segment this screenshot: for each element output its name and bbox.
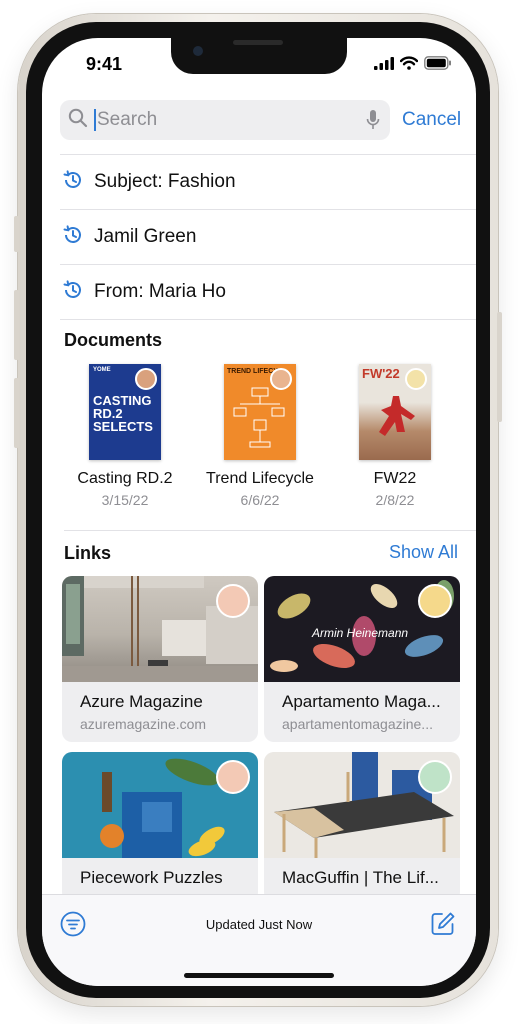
microphone-icon[interactable] xyxy=(366,109,380,136)
cover-diagram xyxy=(233,387,285,448)
wifi-icon xyxy=(399,56,419,75)
history-icon xyxy=(62,169,84,196)
cancel-button[interactable]: Cancel xyxy=(402,109,461,131)
cover-figure xyxy=(379,396,415,436)
search-icon xyxy=(68,108,88,133)
document-date: 6/6/22 xyxy=(240,492,280,508)
documents-heading: Documents xyxy=(64,330,163,350)
search-input[interactable] xyxy=(96,109,337,131)
document-thumbnail: TREND LIFECYCLE xyxy=(224,364,296,460)
home-indicator[interactable] xyxy=(184,973,334,978)
sender-avatar xyxy=(405,368,427,390)
section-divider xyxy=(64,530,476,531)
mute-switch xyxy=(14,216,19,252)
link-preview-image: Armin Heinemann xyxy=(264,576,460,682)
status-icons xyxy=(374,56,452,75)
recent-search-label: Jamil Green xyxy=(94,226,197,247)
signal-icon xyxy=(374,56,394,75)
camera xyxy=(193,46,203,56)
screen: 9:41 Search Cancel Subject: Fashion Jami… xyxy=(42,38,476,986)
compose-icon[interactable] xyxy=(430,911,456,942)
document-item[interactable]: FW'22 FW22 2/8/22 xyxy=(330,364,460,508)
side-button xyxy=(497,312,502,422)
document-name: Trend Lifecycle xyxy=(206,470,314,487)
history-icon xyxy=(62,224,84,251)
cover-title: CASTING RD.2 SELECTS xyxy=(93,393,153,434)
recent-searches-list: Subject: Fashion Jamil Green From: Maria… xyxy=(60,154,476,320)
document-thumbnail: YOME CASTING RD.2 SELECTS xyxy=(89,364,161,460)
links-heading: Links xyxy=(64,543,112,563)
link-url: apartamentomagazine... xyxy=(282,716,433,732)
show-all-links-button[interactable]: Show All xyxy=(389,542,458,563)
volume-up-button xyxy=(14,290,19,360)
notch xyxy=(171,38,347,74)
recent-search-label: From: Maria Ho xyxy=(94,281,226,302)
recent-search-label: Subject: Fashion xyxy=(94,171,236,192)
link-title: MacGuffin | The Lif... xyxy=(282,868,439,887)
document-name: Casting RD.2 xyxy=(77,470,173,487)
document-thumbnail: FW'22 xyxy=(359,364,431,460)
link-card[interactable]: Azure Magazine azuremagazine.com xyxy=(62,576,258,742)
recent-search-item[interactable]: Subject: Fashion xyxy=(60,154,476,209)
update-status: Updated Just Now xyxy=(205,917,313,932)
sender-avatar xyxy=(418,584,452,618)
document-name: FW22 xyxy=(373,470,417,487)
link-title: Azure Magazine xyxy=(80,692,203,711)
cover-brand: YOME xyxy=(93,367,111,373)
document-item[interactable]: TREND LIFECYCLE Trend Lifecycle 6/6/22 xyxy=(195,364,325,508)
link-preview-image xyxy=(62,752,258,858)
volume-down-button xyxy=(14,378,19,448)
sender-avatar xyxy=(216,760,250,794)
recent-search-item[interactable]: Jamil Green xyxy=(60,209,476,264)
link-preview-image xyxy=(264,752,460,858)
sender-avatar xyxy=(216,584,250,618)
speaker xyxy=(233,40,283,45)
sender-avatar xyxy=(135,368,157,390)
image-caption: Armin Heinemann xyxy=(312,626,409,640)
recent-search-item[interactable]: From: Maria Ho xyxy=(60,264,476,320)
documents-list: YOME CASTING RD.2 SELECTS Casting RD.2 3… xyxy=(60,364,460,508)
search-row: Cancel xyxy=(60,100,464,140)
sender-avatar xyxy=(270,368,292,390)
link-url: azuremagazine.com xyxy=(80,716,207,732)
link-card[interactable]: MacGuffin | The Lif... xyxy=(264,752,460,902)
sender-avatar xyxy=(418,760,452,794)
link-title: Apartamento Maga... xyxy=(282,692,441,711)
cover-title: FW'22 xyxy=(362,366,400,381)
link-card[interactable]: Piecework Puzzles xyxy=(62,752,258,902)
link-title: Piecework Puzzles xyxy=(80,868,223,887)
document-date: 3/15/22 xyxy=(101,492,149,508)
history-icon xyxy=(62,279,84,306)
status-time: 9:41 xyxy=(86,54,123,74)
document-item[interactable]: YOME CASTING RD.2 SELECTS Casting RD.2 3… xyxy=(60,364,190,508)
battery-icon xyxy=(424,56,452,75)
document-date: 2/8/22 xyxy=(375,492,415,508)
link-preview-image xyxy=(62,576,258,682)
link-card[interactable]: Armin Heinemann Apartamento Maga... apar… xyxy=(264,576,460,742)
search-field[interactable] xyxy=(60,100,390,140)
bottom-toolbar: Updated Just Now xyxy=(42,894,476,986)
